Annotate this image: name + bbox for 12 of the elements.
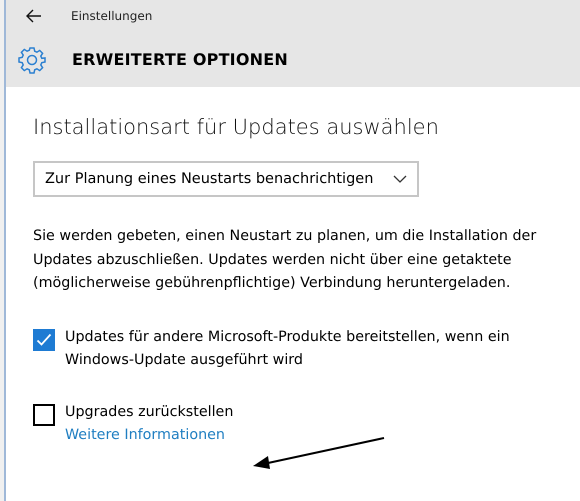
checkbox-label: Upgrades zurückstellen bbox=[65, 402, 234, 422]
section-heading: Installationsart für Updates auswählen bbox=[33, 115, 440, 139]
chevron-down-icon bbox=[393, 175, 407, 183]
description-text: Sie werden gebeten, einen Neustart zu planen, um die Installation der Updates abzuschließen. Updates werden nicht über eine getaktete (möglicherweise gebührenpflichtige) Verbindung heruntergeladen. bbox=[33, 227, 538, 293]
checkbox[interactable] bbox=[33, 404, 55, 426]
window-title: Einstellungen bbox=[71, 9, 152, 23]
checkbox[interactable] bbox=[33, 328, 55, 350]
settings-icon bbox=[18, 46, 46, 74]
more-info-link[interactable]: Weitere Informationen bbox=[65, 424, 545, 448]
checkbox-label: Updates für andere Microsoft-Produkte bereitstellen, wenn ein Windows-Update ausgeführt wird bbox=[65, 328, 511, 370]
page-title: ERWEITERTE OPTIONEN bbox=[72, 50, 288, 69]
install-type-dropdown[interactable]: Zur Planung eines Neustarts benachrichtigen bbox=[33, 161, 419, 197]
